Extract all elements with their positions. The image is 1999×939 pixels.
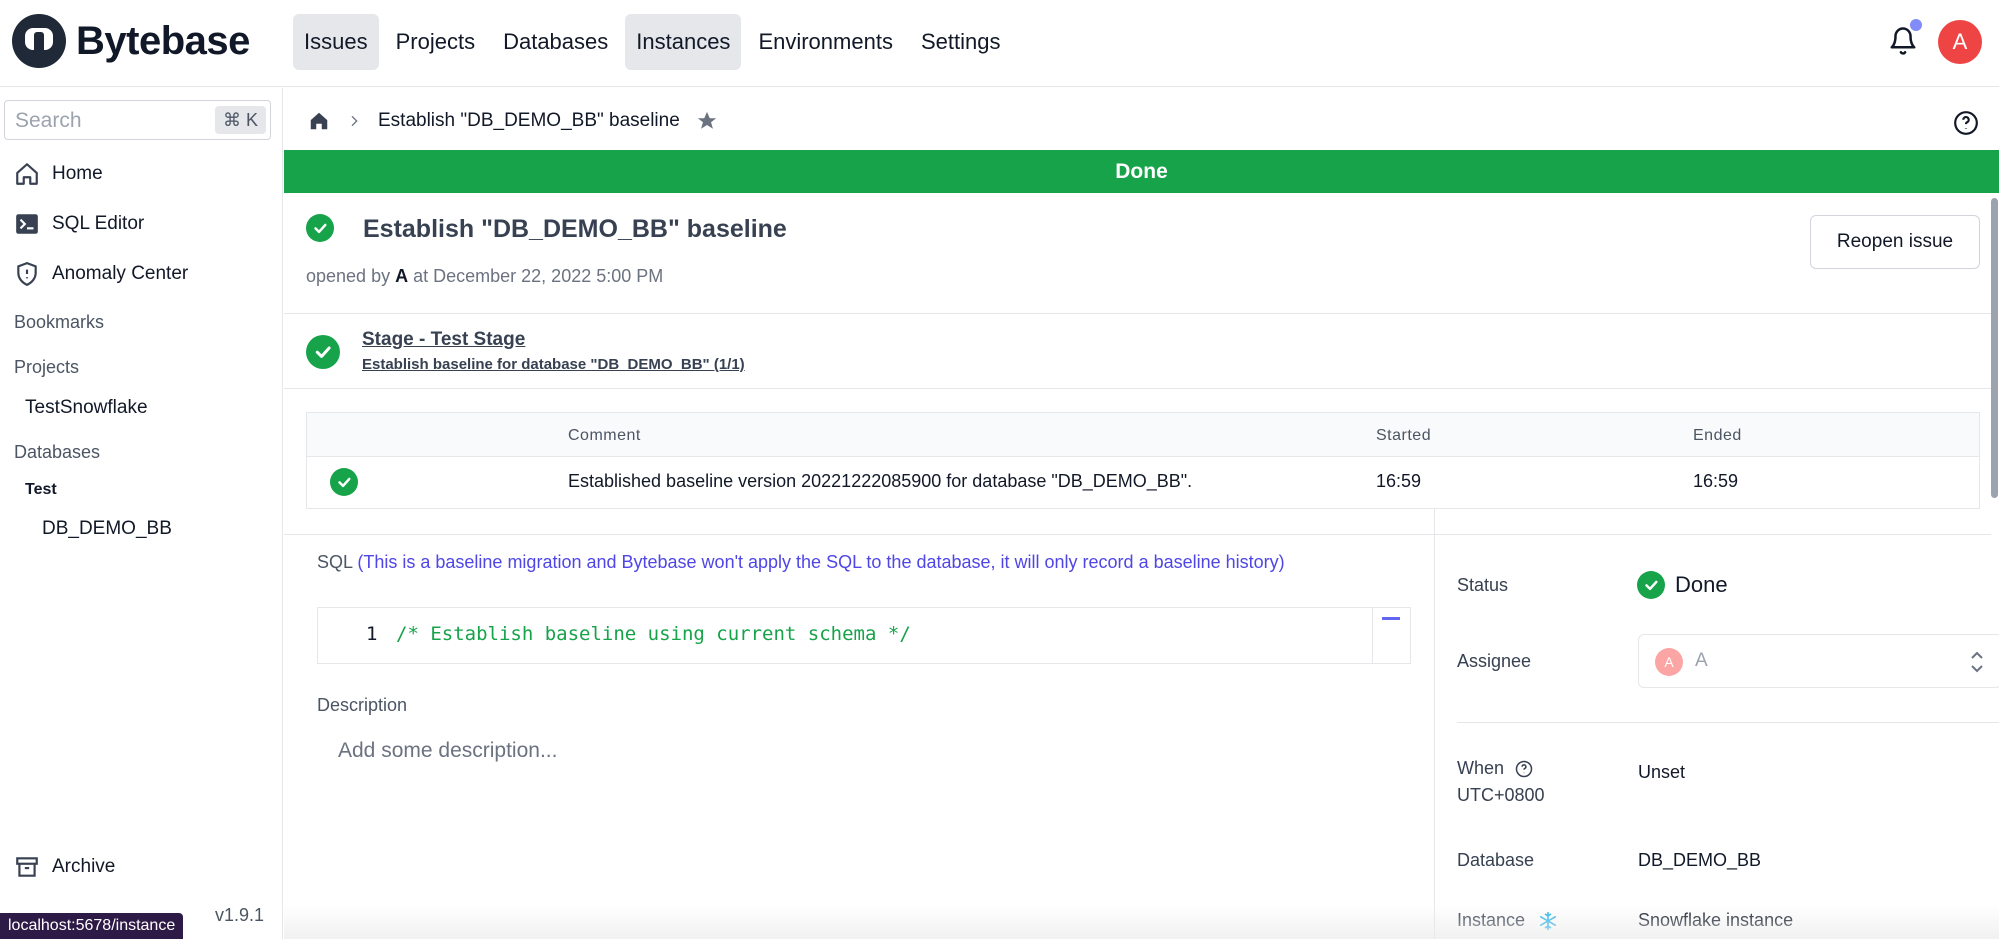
sidebar-project-item[interactable]: TestSnowflake: [25, 397, 148, 419]
database-label: Database: [1457, 850, 1535, 870]
star-icon[interactable]: [696, 110, 718, 132]
task-done-icon: [330, 468, 358, 496]
column-header-comment: Comment: [568, 427, 641, 444]
status-value: Done: [1637, 571, 1728, 599]
issue-title[interactable]: Establish "DB_DEMO_BB" baseline: [363, 215, 787, 244]
breadcrumb: Establish "DB_DEMO_BB" baseline: [308, 110, 718, 132]
environment-group: Test: [25, 481, 57, 498]
sidebar-item-label: SQL Editor: [52, 213, 145, 234]
when-timezone: UTC+0800: [1457, 785, 1545, 805]
main-nav: Issues Projects Databases Instances Envi…: [293, 14, 1011, 70]
home-icon: [16, 163, 38, 185]
search-input[interactable]: Search ⌘ K: [4, 100, 271, 140]
sidebar-item-label: Home: [52, 163, 103, 184]
stage-task-link[interactable]: Establish baseline for database "DB_DEMO…: [362, 356, 745, 373]
sql-code: /* Establish baseline using current sche…: [396, 623, 911, 645]
done-check-icon: [306, 214, 334, 242]
bytebase-logo-icon: [12, 14, 66, 68]
when-value[interactable]: Unset: [1638, 762, 1685, 783]
divider: [284, 388, 1991, 389]
nav-settings[interactable]: Settings: [910, 14, 1012, 70]
instance-label: Instance: [1457, 910, 1558, 931]
status-label: Status: [1457, 575, 1509, 595]
sidebar-divider: [1434, 508, 1435, 939]
bookmarks-label: Bookmarks: [14, 312, 105, 332]
editor-scroll-track: [1372, 608, 1373, 663]
column-header-ended: Ended: [1693, 427, 1742, 444]
sql-editor[interactable]: 1 /* Establish baseline using current sc…: [317, 607, 1411, 664]
terminal-icon: [16, 214, 38, 234]
snowflake-icon: [1539, 912, 1557, 931]
assignee-label: Assignee: [1457, 651, 1532, 671]
sidebar-item-sql-editor[interactable]: SQL Editor: [14, 211, 144, 237]
sidebar-item-anomaly-center[interactable]: Anomaly Center: [14, 261, 188, 287]
database-link[interactable]: DB_DEMO_BB: [1638, 850, 1761, 871]
databases-label: Databases: [14, 442, 101, 462]
nav-environments[interactable]: Environments: [747, 14, 904, 70]
when-label: When: [1457, 758, 1533, 779]
select-caret-icon: [1971, 651, 1983, 673]
description-label: Description: [317, 695, 408, 715]
reopen-issue-button[interactable]: Reopen issue: [1810, 215, 1980, 269]
notification-dot: [1910, 19, 1922, 31]
search-placeholder: Search: [15, 109, 82, 132]
divider: [284, 313, 1991, 314]
assignee-name: A: [1695, 650, 1708, 671]
sidebar-item-home[interactable]: Home: [14, 161, 103, 187]
page-scrollbar[interactable]: [1991, 198, 1998, 498]
issue-detail-main: Establish "DB_DEMO_BB" baseline Done Est…: [284, 88, 1999, 939]
issue-opened-info: opened by A at December 22, 2022 5:00 PM: [306, 266, 664, 286]
home-icon[interactable]: [308, 110, 330, 132]
assignee-select[interactable]: A A: [1638, 634, 1999, 688]
chevron-right-icon: [351, 115, 358, 127]
task-comment: Established baseline version 20221222085…: [568, 471, 1193, 491]
link-url-tooltip: localhost:5678/instance: [0, 913, 184, 939]
brand-name: Bytebase: [76, 18, 250, 63]
shield-icon: [17, 262, 37, 287]
issue-creator: A: [395, 266, 409, 286]
sidebar-item-archive[interactable]: Archive: [14, 854, 115, 880]
nav-projects[interactable]: Projects: [385, 14, 486, 70]
table-header: Comment Started Ended: [307, 413, 1979, 457]
nav-databases[interactable]: Databases: [492, 14, 619, 70]
line-number: 1: [366, 623, 378, 645]
sidebar: Search ⌘ K Home SQL Editor Anomaly Cente…: [0, 88, 283, 939]
nav-instances[interactable]: Instances: [625, 14, 742, 70]
version-label: v1.9.1: [215, 905, 265, 925]
projects-label: Projects: [14, 357, 80, 377]
breadcrumb-current: Establish "DB_DEMO_BB" baseline: [378, 110, 680, 131]
archive-icon: [16, 857, 38, 877]
divider: [284, 534, 1991, 535]
editor-overview-marker: [1382, 617, 1400, 620]
nav-issues[interactable]: Issues: [293, 14, 379, 70]
task-ended: 16:59: [1693, 471, 1739, 491]
task-run-table: Comment Started Ended Established baseli…: [306, 412, 1980, 509]
question-circle-icon[interactable]: [1515, 760, 1533, 778]
stage-title-link[interactable]: Stage - Test Stage: [362, 329, 525, 351]
sql-label: SQL (This is a baseline migration and By…: [317, 552, 1285, 572]
search-shortcut-badge: ⌘ K: [214, 106, 266, 134]
divider: [1457, 722, 1999, 723]
sidebar-database-item[interactable]: DB_DEMO_BB: [42, 518, 172, 540]
task-started: 16:59: [1376, 471, 1422, 491]
sidebar-item-label: Archive: [52, 856, 116, 877]
description-input[interactable]: Add some description...: [338, 739, 557, 763]
status-banner: Done: [284, 150, 1999, 193]
user-avatar[interactable]: A: [1938, 20, 1982, 64]
instance-link[interactable]: Snowflake instance: [1638, 910, 1793, 931]
help-icon[interactable]: [1953, 110, 1979, 136]
top-navigation-bar: Bytebase Issues Projects Databases Insta…: [0, 0, 1999, 87]
baseline-note: (This is a baseline migration and Byteba…: [357, 552, 1285, 572]
bytebase-logo[interactable]: Bytebase: [12, 14, 250, 68]
column-header-started: Started: [1376, 427, 1432, 444]
sidebar-item-label: Anomaly Center: [52, 263, 189, 284]
status-done-icon: [1637, 571, 1665, 599]
assignee-avatar: A: [1655, 648, 1683, 676]
stage-done-icon: [306, 335, 340, 369]
